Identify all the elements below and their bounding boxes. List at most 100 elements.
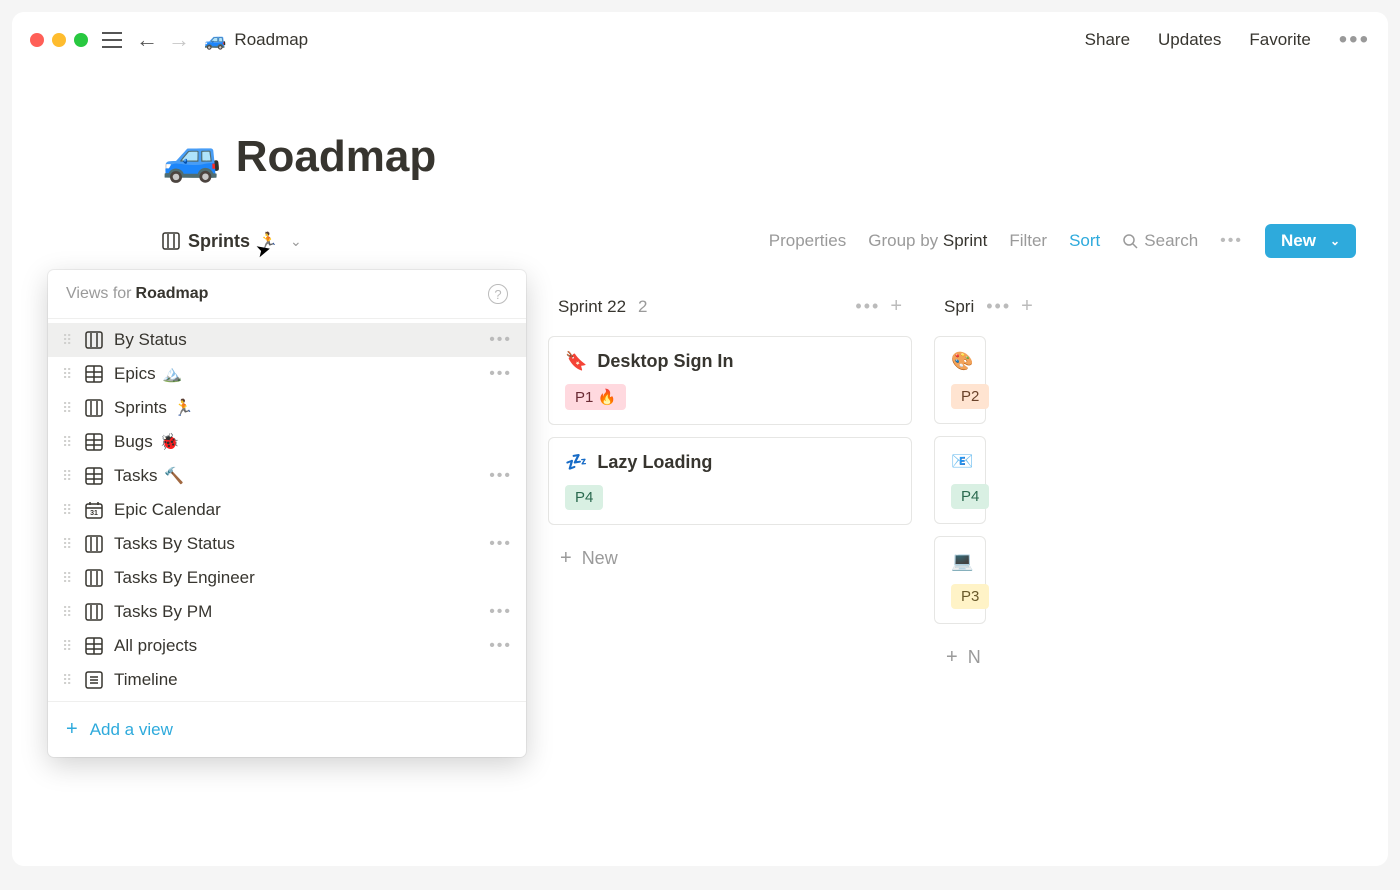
priority-tag: P2 <box>951 384 989 409</box>
priority-tag: P1 🔥 <box>565 384 626 410</box>
view-item-label: Tasks By Engineer <box>114 568 512 588</box>
forward-button[interactable]: → <box>168 27 190 53</box>
app-window: ← → 🚙 Roadmap Share Updates Favorite •••… <box>12 12 1388 866</box>
sort-button[interactable]: Sort <box>1069 231 1100 251</box>
plus-icon: + <box>946 646 958 669</box>
priority-tag: P4 <box>951 484 989 509</box>
share-button[interactable]: Share <box>1085 30 1130 50</box>
view-item-epic-calendar[interactable]: ⠿ 31 Epic Calendar <box>48 493 526 527</box>
kanban-card[interactable]: 🔖 Desktop Sign In P1 🔥 <box>548 336 912 425</box>
add-card-button[interactable]: +New <box>548 531 912 586</box>
view-item-more-icon[interactable]: ••• <box>489 365 512 383</box>
drag-handle-icon[interactable]: ⠿ <box>62 540 74 548</box>
drag-handle-icon[interactable]: ⠿ <box>62 438 74 446</box>
view-item-tasks-by-status[interactable]: ⠿ Tasks By Status ••• <box>48 527 526 561</box>
card-title: Desktop Sign In <box>597 351 733 372</box>
view-item-label: Timeline <box>114 670 512 690</box>
view-item-more-icon[interactable]: ••• <box>489 467 512 485</box>
chevron-down-icon: ⌄ <box>1330 234 1340 248</box>
add-view-button[interactable]: + Add a view <box>48 701 526 757</box>
drag-handle-icon[interactable]: ⠿ <box>62 472 74 480</box>
maximize-window-button[interactable] <box>74 33 88 47</box>
drag-handle-icon[interactable]: ⠿ <box>62 404 74 412</box>
view-item-timeline[interactable]: ⠿ Timeline <box>48 663 526 697</box>
view-item-more-icon[interactable]: ••• <box>489 331 512 349</box>
view-item-epics[interactable]: ⠿ Epics 🏔️ ••• <box>48 357 526 391</box>
favorite-button[interactable]: Favorite <box>1249 30 1310 50</box>
card-icon: 🔖 <box>565 351 587 372</box>
board-icon <box>84 534 104 554</box>
updates-button[interactable]: Updates <box>1158 30 1221 50</box>
view-item-more-icon[interactable]: ••• <box>489 535 512 553</box>
view-item-bugs[interactable]: ⠿ Bugs 🐞 <box>48 425 526 459</box>
kanban-card[interactable]: 💤 Lazy Loading P4 <box>548 437 912 525</box>
add-card-button[interactable]: +N <box>934 630 986 685</box>
topbar-actions: Share Updates Favorite ••• <box>1085 26 1370 54</box>
view-item-label: Bugs 🐞 <box>114 432 512 452</box>
drag-handle-icon[interactable]: ⠿ <box>62 608 74 616</box>
view-item-label: Tasks By PM <box>114 602 479 622</box>
view-item-tasks-by-engineer[interactable]: ⠿ Tasks By Engineer <box>48 561 526 595</box>
close-window-button[interactable] <box>30 33 44 47</box>
card-icon: 💤 <box>565 452 587 473</box>
properties-button[interactable]: Properties <box>769 231 846 251</box>
column-title[interactable]: Sprint 22 <box>558 297 626 317</box>
view-item-sprints[interactable]: ⠿Sprints 🏃 <box>48 391 526 425</box>
view-item-all-projects[interactable]: ⠿All projects••• <box>48 629 526 663</box>
card-icon: 🎨 <box>951 351 973 372</box>
view-selector[interactable]: Sprints 🏃 ⌄ <box>162 231 302 252</box>
priority-tag: P4 <box>565 485 603 510</box>
search-button[interactable]: Search <box>1122 231 1198 251</box>
drag-handle-icon[interactable]: ⠿ <box>62 574 74 582</box>
board-icon <box>84 602 104 622</box>
view-item-label: Tasks 🔨 <box>114 466 479 486</box>
new-button[interactable]: New ⌄ <box>1265 224 1356 258</box>
view-item-by-status[interactable]: ⠿ By Status ••• <box>48 323 526 357</box>
nav-arrows: ← → <box>136 27 190 53</box>
window-controls <box>30 33 88 47</box>
more-icon[interactable]: ••• <box>1339 26 1370 54</box>
table-icon <box>84 364 104 384</box>
column-add-icon[interactable]: + <box>890 295 902 318</box>
kanban-card[interactable]: 🎨 P2 <box>934 336 986 424</box>
column-more-icon[interactable]: ••• <box>986 296 1011 317</box>
view-item-tasks-by-pm[interactable]: ⠿ Tasks By PM ••• <box>48 595 526 629</box>
view-more-icon[interactable]: ••• <box>1220 232 1243 250</box>
help-icon[interactable]: ? <box>488 284 508 304</box>
view-item-tasks[interactable]: ⠿ Tasks 🔨 ••• <box>48 459 526 493</box>
column-title[interactable]: Spri <box>944 297 974 317</box>
drag-handle-icon[interactable]: ⠿ <box>62 676 74 684</box>
column-count: 2 <box>638 297 647 317</box>
column-more-icon[interactable]: ••• <box>855 296 880 317</box>
minimize-window-button[interactable] <box>52 33 66 47</box>
plus-icon: + <box>560 547 572 570</box>
card-title: Lazy Loading <box>597 452 712 473</box>
filter-button[interactable]: Filter <box>1009 231 1047 251</box>
drag-handle-icon[interactable]: ⠿ <box>62 642 74 650</box>
table-icon <box>84 432 104 452</box>
view-item-label: Tasks By Status <box>114 534 479 554</box>
menu-icon[interactable] <box>102 32 122 48</box>
view-item-label: Epic Calendar <box>114 500 512 520</box>
breadcrumb[interactable]: 🚙 Roadmap <box>204 30 308 51</box>
calendar-icon: 31 <box>84 500 104 520</box>
back-button[interactable]: ← <box>136 27 158 53</box>
drag-handle-icon[interactable]: ⠿ <box>62 506 74 514</box>
kanban-card[interactable]: 📧 P4 <box>934 436 986 524</box>
column-add-icon[interactable]: + <box>1021 295 1033 318</box>
card-icon: 📧 <box>951 451 973 472</box>
drag-handle-icon[interactable]: ⠿ <box>62 370 74 378</box>
drag-handle-icon[interactable]: ⠿ <box>62 336 74 344</box>
view-item-more-icon[interactable]: ••• <box>489 637 512 655</box>
view-item-label: By Status <box>114 330 479 350</box>
view-item-more-icon[interactable]: ••• <box>489 603 512 621</box>
view-actions: Properties Group by Sprint Filter Sort S… <box>769 224 1388 258</box>
page-title-text[interactable]: Roadmap <box>236 132 436 182</box>
card-icon: 💻 <box>951 551 973 572</box>
page-icon[interactable]: 🚙 <box>162 128 222 185</box>
board-icon <box>84 568 104 588</box>
view-item-label: Epics 🏔️ <box>114 364 479 384</box>
group-by-button[interactable]: Group by Sprint <box>868 231 987 251</box>
kanban-card[interactable]: 💻P3 <box>934 536 986 624</box>
views-dropdown: Views for Roadmap ? ⠿By Status•••⠿Epics … <box>48 270 526 757</box>
